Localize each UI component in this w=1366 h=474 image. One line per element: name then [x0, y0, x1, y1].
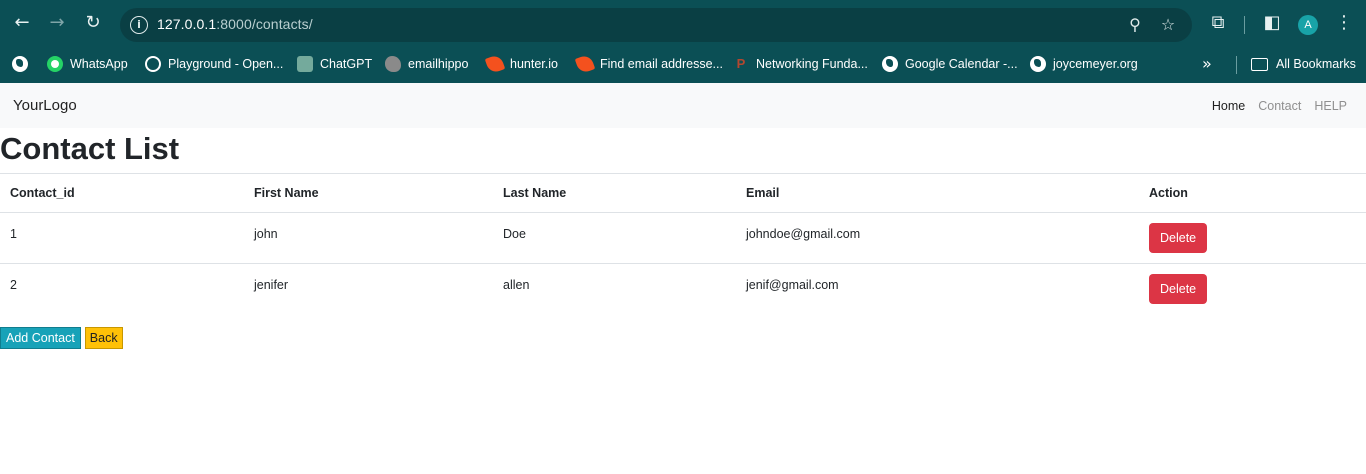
- chatgpt-icon: [297, 56, 313, 72]
- cell-action: Delete: [1139, 212, 1366, 264]
- forward-icon[interactable]: →: [47, 13, 67, 33]
- hunter-icon: [574, 53, 596, 75]
- nav-links: Home Contact HELP: [1212, 99, 1347, 113]
- bookmark-networking[interactable]: P Networking Funda...: [733, 54, 868, 74]
- bookmark-whatsapp[interactable]: WhatsApp: [47, 54, 128, 74]
- profile-avatar[interactable]: A: [1298, 15, 1318, 35]
- p-icon: P: [736, 56, 746, 71]
- table-header-row: Contact_id First Name Last Name Email Ac…: [0, 173, 1366, 213]
- url-text[interactable]: 127.0.0.1:8000/contacts/: [157, 16, 313, 32]
- all-bookmarks[interactable]: All Bookmarks: [1251, 54, 1356, 74]
- bookmarks-divider: [1236, 56, 1237, 74]
- bookmark-joycemeyer[interactable]: joycemeyer.org: [1030, 54, 1138, 74]
- browser-toolbar: ← → ↻ i 127.0.0.1:8000/contacts/ ⚲ ☆ ⧉ ◧…: [0, 0, 1366, 46]
- bookmark-chatgpt[interactable]: ChatGPT: [297, 54, 372, 74]
- globe-icon: [12, 56, 28, 72]
- address-bar[interactable]: i 127.0.0.1:8000/contacts/ ⚲ ☆: [120, 8, 1192, 42]
- back-button[interactable]: Back: [84, 327, 123, 349]
- cell-contact-id: 1: [0, 212, 244, 264]
- zoom-icon[interactable]: ⚲: [1125, 15, 1145, 35]
- cell-last-name: allen: [503, 278, 530, 292]
- hunter-icon: [484, 53, 506, 75]
- chevron-double-right-icon[interactable]: »: [1202, 54, 1212, 73]
- bookmark-emailhippo[interactable]: emailhippo: [385, 54, 468, 74]
- cell-email: johndoe@gmail.com: [736, 212, 1139, 264]
- header-email: Email: [736, 173, 1139, 213]
- bookmark-find-email[interactable]: Find email addresse...: [574, 53, 723, 75]
- brand-logo[interactable]: YourLogo: [13, 97, 77, 114]
- nav-help[interactable]: HELP: [1314, 99, 1347, 113]
- menu-icon[interactable]: ⋮: [1334, 13, 1354, 33]
- bookmarks-bar: WhatsApp Playground - Open... ChatGPT em…: [0, 46, 1366, 83]
- cell-last-name: Doe: [493, 212, 736, 264]
- delete-button[interactable]: Delete: [1149, 223, 1208, 253]
- star-icon[interactable]: ☆: [1158, 15, 1178, 35]
- bookmark-hunter[interactable]: hunter.io: [484, 53, 558, 75]
- delete-button[interactable]: Delete: [1149, 274, 1208, 304]
- header-last-name: Last Name: [493, 173, 736, 213]
- header-first-name: First Name: [244, 173, 493, 213]
- cell-action: Delete: [1139, 264, 1366, 315]
- extensions-icon[interactable]: ⧉: [1208, 13, 1228, 33]
- add-contact-button[interactable]: Add Contact: [0, 327, 81, 349]
- page-actions: Add Contact Back: [0, 327, 123, 349]
- nav-contact[interactable]: Contact: [1258, 99, 1301, 113]
- header-action: Action: [1139, 173, 1366, 213]
- back-icon[interactable]: ←: [12, 13, 32, 33]
- side-panel-icon[interactable]: ◧: [1262, 13, 1282, 33]
- table-row: 2 jenifer allen jenif@gmail.com Delete: [0, 264, 1366, 315]
- hippo-icon: [385, 56, 401, 72]
- cell-email: jenif@gmail.com: [746, 278, 839, 292]
- site-navbar: YourLogo Home Contact HELP: [0, 83, 1366, 128]
- toolbar-divider: [1244, 16, 1245, 34]
- bookmark-playground[interactable]: Playground - Open...: [145, 54, 283, 74]
- bookmark-globe[interactable]: [12, 54, 35, 74]
- cell-first-name: john: [244, 212, 493, 264]
- table-row: 1 john Doe johndoe@gmail.com Delete: [0, 212, 1366, 264]
- reload-icon[interactable]: ↻: [83, 13, 103, 33]
- site-info-icon[interactable]: i: [130, 16, 148, 34]
- page-title: Contact List: [0, 131, 180, 166]
- bookmark-google-calendar[interactable]: Google Calendar -...: [882, 54, 1018, 74]
- nav-home[interactable]: Home: [1212, 99, 1245, 113]
- cell-contact-id: 2: [10, 278, 17, 292]
- globe-icon: [882, 56, 898, 72]
- whatsapp-icon: [47, 56, 63, 72]
- header-contact-id: Contact_id: [0, 173, 244, 213]
- folder-icon: [1251, 57, 1268, 71]
- cell-first-name: jenifer: [254, 278, 289, 292]
- globe-icon: [1030, 56, 1046, 72]
- contacts-table: Contact_id First Name Last Name Email Ac…: [0, 173, 1366, 314]
- openai-icon: [145, 56, 161, 72]
